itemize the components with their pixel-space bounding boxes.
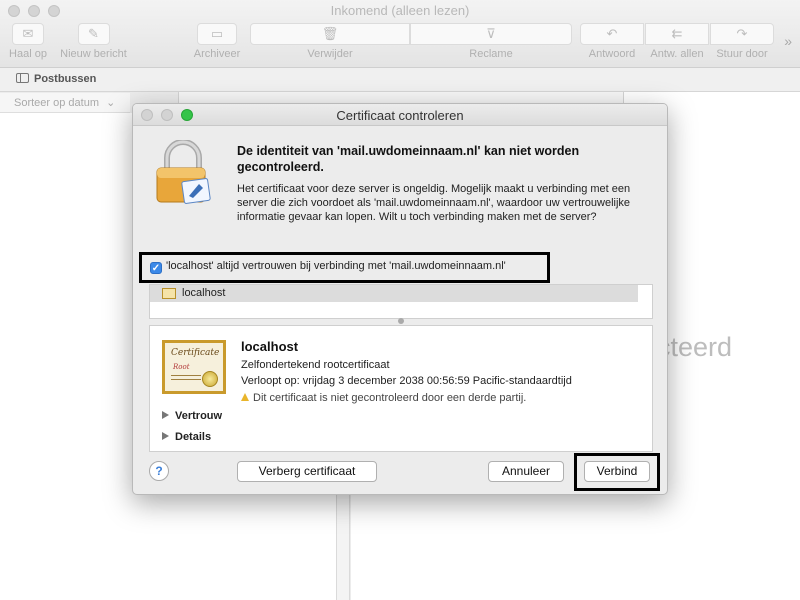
forward-button[interactable]: ↷ Stuur door xyxy=(710,23,774,63)
trust-disclosure[interactable]: Vertrouw xyxy=(162,410,222,422)
certificate-chain-list[interactable]: localhost xyxy=(149,284,653,319)
always-trust-checkbox[interactable]: ✓ xyxy=(150,262,162,274)
favorites-bar: Postbussen xyxy=(0,68,800,92)
connect-button[interactable]: Verbind xyxy=(584,461,650,482)
envelope-icon: ✉ xyxy=(12,23,44,45)
help-button[interactable]: ? xyxy=(149,461,169,481)
dialog-body: Het certificaat voor deze server is onge… xyxy=(237,183,631,223)
reply-arrow-icon: ↶ xyxy=(580,23,644,45)
sort-label: Sorteer op datum xyxy=(14,97,99,109)
disclosure-triangle-icon xyxy=(162,432,169,440)
window-title: Inkomend (alleen lezen) xyxy=(330,3,470,18)
dialog-heading: De identiteit van 'mail.uwdomeinnaam.nl'… xyxy=(237,144,580,174)
trust-section-label: Vertrouw xyxy=(175,410,223,422)
certificate-mini-icon xyxy=(162,288,176,299)
split-view-handle[interactable] xyxy=(398,318,404,324)
get-mail-label: Haal op xyxy=(9,48,47,60)
sort-by-date-menu[interactable]: Sorteer op datum ⌄ xyxy=(0,93,130,113)
new-message-button[interactable]: ✎ Nieuw bericht xyxy=(56,23,131,63)
reply-button[interactable]: ↶ Antwoord xyxy=(580,23,644,63)
always-trust-label: 'localhost' altijd vertrouwen bij verbin… xyxy=(166,260,506,272)
preview-placeholder-text: cteerd xyxy=(657,332,733,362)
cancel-button[interactable]: Annuleer xyxy=(488,461,564,482)
archive-box-icon: ▭ xyxy=(197,23,237,45)
chevron-down-icon: ⌄ xyxy=(106,97,116,109)
disclosure-triangle-icon xyxy=(162,411,169,419)
certificate-image-title: Certificate xyxy=(171,348,220,358)
get-mail-button[interactable]: ✉ Haal op xyxy=(7,23,49,63)
hide-certificate-button[interactable]: Verberg certificaat xyxy=(237,461,377,482)
seal-icon xyxy=(202,371,218,387)
compose-icon: ✎ xyxy=(77,23,110,45)
certificate-warning-text: Dit certificaat is niet gecontroleerd do… xyxy=(253,392,527,404)
delete-label: Verwijder xyxy=(307,48,353,60)
certificate-warning: Dit certificaat is niet gecontroleerd do… xyxy=(241,392,526,404)
new-message-label: Nieuw bericht xyxy=(60,48,127,60)
warning-icon xyxy=(241,393,249,401)
certificate-detail-panel: Certificate Root localhost Zelfonderteke… xyxy=(149,325,653,452)
details-section-label: Details xyxy=(175,431,212,443)
certificate-dialog: Certificaat controleren De identiteit va… xyxy=(132,103,668,495)
reply-all-label: Antw. allen xyxy=(650,48,704,60)
mailboxes-label: Postbussen xyxy=(34,73,97,85)
junk-label: Reclame xyxy=(469,48,513,60)
dialog-titlebar: Certificaat controleren xyxy=(133,104,667,126)
lock-certificate-icon xyxy=(156,140,211,204)
list-item[interactable]: localhost xyxy=(150,285,638,302)
trash-icon: 🗑 xyxy=(250,23,410,45)
details-disclosure[interactable]: Details xyxy=(162,431,211,443)
reply-label: Antwoord xyxy=(588,48,636,60)
dialog-title: Certificaat controleren xyxy=(336,108,464,123)
certificate-name: localhost xyxy=(241,339,299,354)
toolbar-overflow-chevron-icon[interactable]: » xyxy=(784,33,792,49)
certificate-image-subtitle: Root xyxy=(173,363,190,371)
always-trust-checkbox-row[interactable]: ✓ 'localhost' altijd vertrouwen bij verbi… xyxy=(139,252,550,283)
archive-label: Archiveer xyxy=(193,48,241,60)
junk-button[interactable]: ⊽ Reclame xyxy=(410,23,572,63)
forward-label: Stuur door xyxy=(716,48,768,60)
delete-button[interactable]: 🗑 Verwijder xyxy=(250,23,410,63)
sidebar-icon xyxy=(16,73,29,83)
certificate-icon: Certificate Root xyxy=(162,340,226,394)
connect-button-highlight: Verbind xyxy=(574,453,660,491)
archive-button[interactable]: ▭ Archiveer xyxy=(190,23,244,63)
thumbs-down-icon: ⊽ xyxy=(410,23,572,45)
reply-all-button[interactable]: ⇇ Antw. allen xyxy=(645,23,709,63)
reply-all-arrow-icon: ⇇ xyxy=(645,23,709,45)
certificate-type: Zelfondertekend rootcertificaat xyxy=(241,359,390,371)
certificate-expiry: Verloopt op: vrijdag 3 december 2038 00:… xyxy=(241,375,572,387)
certificate-list-label: localhost xyxy=(182,287,226,299)
forward-arrow-icon: ↷ xyxy=(710,23,774,45)
mail-window-titlebar: Inkomend (alleen lezen) ✉ Haal op ✎ Nieu… xyxy=(0,0,800,68)
mailboxes-button[interactable]: Postbussen xyxy=(16,73,96,85)
